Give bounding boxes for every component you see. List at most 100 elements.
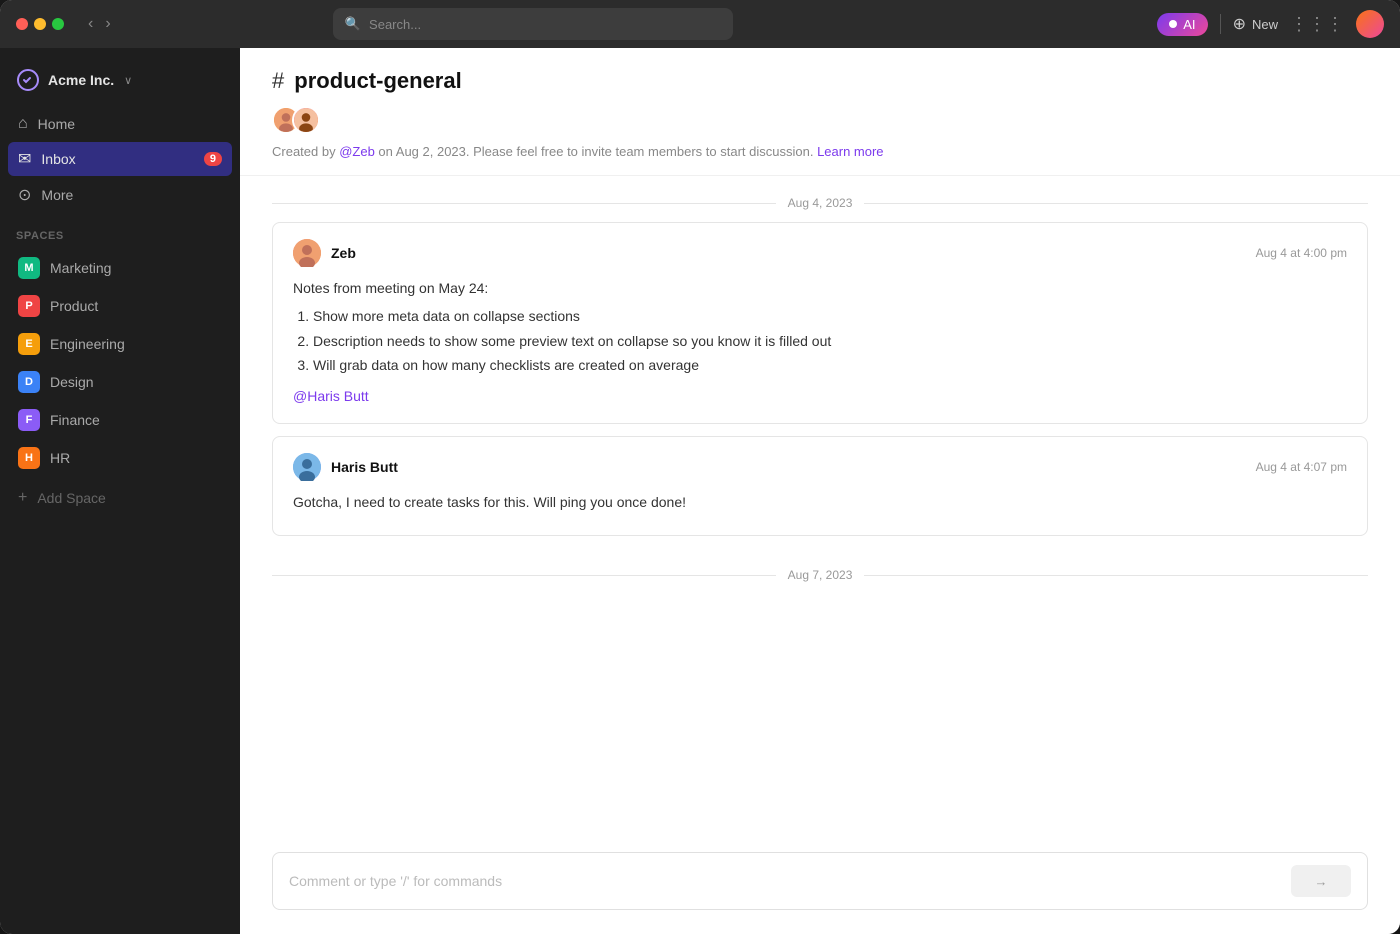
inbox-badge: 9	[204, 152, 222, 166]
design-label: Design	[50, 374, 94, 390]
sidebar-item-engineering[interactable]: E Engineering	[8, 326, 232, 362]
sidebar-item-hr[interactable]: H HR	[8, 440, 232, 476]
workspace-header[interactable]: Acme Inc. ∨	[0, 64, 240, 108]
hr-label: HR	[50, 450, 70, 466]
send-button[interactable]: →	[1291, 865, 1351, 897]
messages-area: Aug 4, 2023 Zeb	[240, 176, 1400, 836]
traffic-lights	[16, 18, 64, 30]
sidebar-item-inbox-label: Inbox	[41, 151, 75, 167]
sidebar-item-finance[interactable]: F Finance	[8, 402, 232, 438]
maximize-button[interactable]	[52, 18, 64, 30]
msg-body-text: Gotcha, I need to create tasks for this.…	[293, 491, 1347, 513]
design-icon: D	[18, 371, 40, 393]
product-label: Product	[50, 298, 98, 314]
channel-title: product-general	[294, 68, 461, 94]
sidebar-item-marketing[interactable]: M Marketing	[8, 250, 232, 286]
channel-title-row: # product-general	[272, 68, 1368, 94]
list-item: Show more meta data on collapse sections	[313, 305, 1347, 327]
titlebar-right: AI ⊕ New ⋮⋮⋮	[1157, 10, 1384, 38]
message-author-2: Haris Butt	[293, 453, 398, 481]
author-name-1: Zeb	[331, 245, 356, 261]
comment-area: →	[240, 836, 1400, 934]
msg-mention[interactable]: @Haris Butt	[293, 388, 369, 404]
marketing-label: Marketing	[50, 260, 111, 276]
ai-label: AI	[1183, 17, 1195, 32]
new-button[interactable]: ⊕ New	[1233, 14, 1278, 34]
author-name-2: Haris Butt	[331, 459, 398, 475]
message-body-1: Notes from meeting on May 24: Show more …	[293, 277, 1347, 407]
sidebar-item-home[interactable]: ⌂ Home	[8, 108, 232, 140]
finance-icon: F	[18, 409, 40, 431]
finance-label: Finance	[50, 412, 100, 428]
learn-more-link[interactable]: Learn more	[817, 144, 883, 159]
add-space-button[interactable]: + Add Space	[8, 482, 232, 514]
forward-arrow[interactable]: ›	[101, 13, 114, 35]
zeb-msg-avatar-image	[293, 239, 321, 267]
channel-members	[272, 106, 1368, 134]
message-card-2: Haris Butt Aug 4 at 4:07 pm Gotcha, I ne…	[272, 436, 1368, 536]
list-item: Description needs to show some preview t…	[313, 330, 1347, 352]
haris-avatar-image	[294, 106, 318, 134]
minimize-button[interactable]	[34, 18, 46, 30]
comment-input-wrapper: →	[272, 852, 1368, 910]
sidebar-item-more-label: More	[41, 187, 73, 203]
channel-header: # product-general	[240, 48, 1400, 176]
workspace-chevron-icon: ∨	[124, 74, 132, 87]
message-author-1: Zeb	[293, 239, 356, 267]
channel-hash-icon: #	[272, 68, 284, 94]
add-space-label: Add Space	[37, 490, 106, 506]
msg-time-2: Aug 4 at 4:07 pm	[1256, 460, 1347, 474]
new-label: New	[1252, 17, 1278, 32]
creator-mention[interactable]: @Zeb	[339, 144, 375, 159]
new-icon: ⊕	[1233, 14, 1246, 34]
sidebar-item-home-label: Home	[38, 116, 75, 132]
back-arrow[interactable]: ‹	[84, 13, 97, 35]
date-divider-aug4: Aug 4, 2023	[272, 176, 1368, 222]
sidebar-item-product[interactable]: P Product	[8, 288, 232, 324]
add-space-icon: +	[18, 489, 27, 507]
description-prefix: Created by	[272, 144, 339, 159]
search-icon: 🔍	[345, 16, 361, 32]
workspace-logo-icon	[16, 68, 40, 92]
channel-description: Created by @Zeb on Aug 2, 2023. Please f…	[272, 144, 1368, 159]
description-mid: on Aug 2, 2023. Please feel free to invi…	[375, 144, 814, 159]
msg-list-1: Show more meta data on collapse sections…	[293, 305, 1347, 376]
search-bar[interactable]: 🔍	[333, 8, 733, 40]
ai-button[interactable]: AI	[1157, 13, 1207, 36]
more-icon: ⊙	[18, 185, 31, 205]
message-card-1: Zeb Aug 4 at 4:00 pm Notes from meeting …	[272, 222, 1368, 424]
user-avatar[interactable]	[1356, 10, 1384, 38]
ai-dot-icon	[1169, 20, 1177, 28]
message-header-2: Haris Butt Aug 4 at 4:07 pm	[293, 453, 1347, 481]
close-button[interactable]	[16, 18, 28, 30]
haris-msg-avatar-image	[293, 453, 321, 481]
content-area: # product-general	[240, 48, 1400, 934]
engineering-icon: E	[18, 333, 40, 355]
haris-msg-avatar	[293, 453, 321, 481]
msg-time-1: Aug 4 at 4:00 pm	[1256, 246, 1347, 260]
marketing-icon: M	[18, 257, 40, 279]
app-window: ‹ › 🔍 AI ⊕ New ⋮⋮⋮	[0, 0, 1400, 934]
divider	[1220, 14, 1221, 34]
comment-input[interactable]	[289, 873, 1283, 889]
sidebar-item-more[interactable]: ⊙ More	[8, 178, 232, 212]
message-body-2: Gotcha, I need to create tasks for this.…	[293, 491, 1347, 513]
product-icon: P	[18, 295, 40, 317]
search-input[interactable]	[369, 17, 721, 32]
list-item: Will grab data on how many checklists ar…	[313, 354, 1347, 376]
member-avatar-haris[interactable]	[292, 106, 320, 134]
engineering-label: Engineering	[50, 336, 125, 352]
msg-body-prefix: Notes from meeting on May 24:	[293, 277, 1347, 299]
inbox-icon: ✉	[18, 149, 31, 169]
spaces-section-label: Spaces	[0, 214, 240, 250]
sidebar-nav: ⌂ Home ✉ Inbox 9 ⊙ More	[0, 108, 240, 214]
send-icon: →	[1315, 874, 1328, 889]
main-layout: Acme Inc. ∨ ⌂ Home ✉ Inbox 9 ⊙ More Spa	[0, 48, 1400, 934]
sidebar-item-inbox[interactable]: ✉ Inbox 9	[8, 142, 232, 176]
sidebar-item-design[interactable]: D Design	[8, 364, 232, 400]
titlebar: ‹ › 🔍 AI ⊕ New ⋮⋮⋮	[0, 0, 1400, 48]
grid-icon[interactable]: ⋮⋮⋮	[1290, 14, 1344, 35]
hr-icon: H	[18, 447, 40, 469]
nav-arrows: ‹ ›	[84, 13, 115, 35]
workspace-name: Acme Inc.	[48, 72, 114, 88]
